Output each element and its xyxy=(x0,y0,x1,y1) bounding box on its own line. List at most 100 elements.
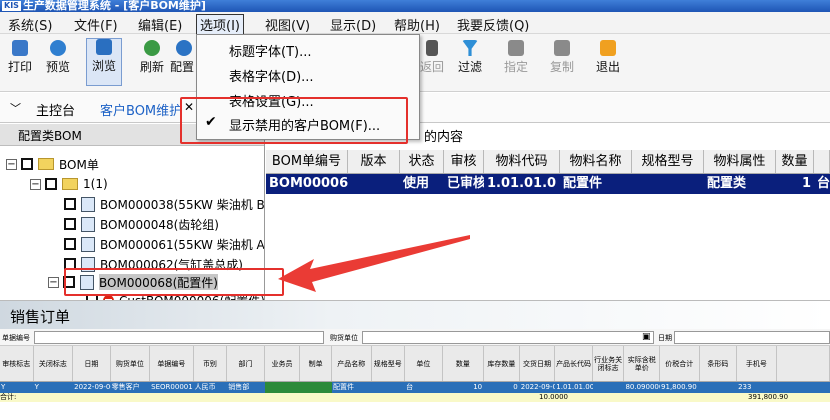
menu-title-font[interactable]: 标题字体(T)... xyxy=(229,41,311,60)
info-suffix: 的内容 xyxy=(424,130,464,145)
menu-feedback[interactable]: 我要反馈(Q) xyxy=(457,15,529,34)
checkbox[interactable] xyxy=(64,258,76,270)
collapse-icon[interactable]: − xyxy=(48,276,59,288)
print-button[interactable]: 打印 xyxy=(2,40,38,75)
col-header[interactable]: 单位 xyxy=(405,346,443,381)
app-window: KIS 生产数据管理系统 - [客户BOM维护] 系统(S) 文件(F) 编辑(E… xyxy=(0,0,830,420)
col-header[interactable]: 审核 xyxy=(444,150,484,173)
menu-grid-settings[interactable]: 表格设置(G)... xyxy=(229,91,314,110)
cell: 0 xyxy=(513,383,518,391)
menu-display[interactable]: 显示(D) xyxy=(330,15,376,34)
chevron-down-icon[interactable]: ﹀ xyxy=(10,100,21,116)
copy-button[interactable]: 复制 xyxy=(544,40,580,75)
collapse-icon[interactable]: − xyxy=(30,178,41,190)
col-header[interactable]: 物料代码 xyxy=(484,150,560,173)
col-header[interactable]: 购货单位 xyxy=(111,346,151,381)
cell xyxy=(700,382,738,393)
checkbox[interactable] xyxy=(64,238,76,250)
menu-system[interactable]: 系统(S) xyxy=(8,15,52,34)
col-header[interactable]: 交货日期 xyxy=(520,346,556,381)
col-header[interactable]: 产品长代码 xyxy=(555,346,593,381)
col-header[interactable]: 条形码 xyxy=(700,346,738,381)
col-header[interactable]: 手机号 xyxy=(737,346,777,381)
col-header[interactable]: 产品名称 xyxy=(332,346,372,381)
options-dropdown-menu: 标题字体(T)... 表格字体(D)... 表格设置(G)... ✔ 显示禁用的… xyxy=(196,34,420,140)
tree-node-root[interactable]: − BOM单 xyxy=(6,154,99,174)
assign-icon xyxy=(508,40,524,56)
checkbox[interactable] xyxy=(64,218,76,230)
col-header[interactable]: 关闭标志 xyxy=(34,346,74,381)
cell: 1 xyxy=(801,176,811,191)
window-title: 生产数据管理系统 - [客户BOM维护] xyxy=(22,0,206,12)
tree-item[interactable]: BOM000061(55KW 柴油机 A) xyxy=(64,234,264,254)
tree-item[interactable]: BOM000062(气缸盖总成) xyxy=(64,254,243,274)
sales-grid-header: 审核标志 关闭标志 日期 购货单位 单据编号 币别 部门 业务员 制单 产品名称… xyxy=(0,346,830,382)
bom-grid-row-selected[interactable]: BOM000068 使用 已审核 1.01.01.0 配置件 配置类 1 台 xyxy=(266,174,830,194)
filter-button[interactable]: 过滤 xyxy=(452,40,488,75)
sales-grid-row[interactable]: Y Y 2022-09-06 零售客户 SEOR00001 人民币 销售部 配置… xyxy=(0,382,830,393)
cell: 零售客户 xyxy=(111,383,140,391)
tree-item[interactable]: BOM000048(齿轮组) xyxy=(64,214,219,234)
menu-view[interactable]: 视图(V) xyxy=(265,15,310,34)
cell xyxy=(593,382,625,393)
tree-node-group-1[interactable]: −1(1) xyxy=(30,174,108,194)
checkbox[interactable] xyxy=(63,276,75,288)
col-header[interactable]: 行业务关闭标志 xyxy=(593,346,625,381)
col-header[interactable]: 部门 xyxy=(227,346,265,381)
browse-button[interactable]: 浏览 xyxy=(86,38,122,86)
col-header[interactable]: 状态 xyxy=(400,150,444,173)
col-header[interactable]: 日期 xyxy=(73,346,111,381)
col-header[interactable]: 数量 xyxy=(776,150,814,173)
col-header[interactable]: 实际含税单价 xyxy=(624,346,661,381)
tree-item-selected[interactable]: − BOM000068(配置件) xyxy=(48,272,218,292)
col-header[interactable]: BOM单编号 xyxy=(266,150,348,173)
col-header[interactable] xyxy=(777,346,830,381)
cell: 配置件 xyxy=(563,176,603,191)
col-header[interactable] xyxy=(814,150,830,173)
cell: Y xyxy=(1,383,6,391)
col-header[interactable]: 价税合计 xyxy=(660,346,700,381)
col-header[interactable]: 规格型号 xyxy=(372,346,406,381)
menu-options[interactable]: 选项(I) xyxy=(196,14,244,35)
menu-edit[interactable]: 编辑(E) xyxy=(138,15,182,34)
col-header[interactable]: 物料属性 xyxy=(704,150,776,173)
col-header[interactable]: 审核标志 xyxy=(0,346,34,381)
collapse-icon[interactable]: − xyxy=(6,158,17,170)
col-header[interactable]: 物料名称 xyxy=(560,150,632,173)
date-input[interactable] xyxy=(674,331,830,344)
config-button[interactable]: 配置 xyxy=(170,40,198,75)
folder-icon xyxy=(62,178,78,190)
folder-icon xyxy=(38,158,54,170)
tree-item-custbom[interactable]: CustBOM000006(配置件) xyxy=(86,290,264,300)
col-header[interactable]: 制单 xyxy=(300,346,332,381)
copy-icon xyxy=(554,40,570,56)
menu-help[interactable]: 帮助(H) xyxy=(394,15,440,34)
menu-file[interactable]: 文件(F) xyxy=(74,15,118,34)
checkbox[interactable] xyxy=(21,158,33,170)
preview-button[interactable]: 预览 xyxy=(40,40,76,75)
customer-input[interactable] xyxy=(362,331,654,344)
menu-show-disabled-bom[interactable]: 显示禁用的客户BOM(F)... xyxy=(229,115,380,134)
col-header[interactable]: 数量 xyxy=(443,346,485,381)
checkbox[interactable] xyxy=(45,178,57,190)
order-no-input[interactable] xyxy=(34,331,324,344)
exit-button[interactable]: 退出 xyxy=(590,40,626,75)
col-header[interactable]: 业务员 xyxy=(265,346,301,381)
tree-item[interactable]: BOM000038(55KW 柴油机 B) xyxy=(64,194,264,214)
col-header[interactable]: 规格型号 xyxy=(632,150,704,173)
col-header[interactable]: 单据编号 xyxy=(150,346,194,381)
assign-button[interactable]: 指定 xyxy=(498,40,534,75)
col-header[interactable]: 币别 xyxy=(194,346,228,381)
cell: 配置件 xyxy=(332,383,354,391)
menu-grid-font[interactable]: 表格字体(D)... xyxy=(229,66,314,85)
close-icon[interactable]: ✕ xyxy=(184,100,194,114)
col-header[interactable]: 版本 xyxy=(348,150,400,173)
cell: 2022-09-06 xyxy=(520,383,556,391)
cell-redacted xyxy=(300,382,332,393)
lookup-icon[interactable]: ▣ xyxy=(642,332,651,342)
checkbox[interactable] xyxy=(64,198,76,210)
col-header[interactable]: 库存数量 xyxy=(484,346,520,381)
tab-customer-bom[interactable]: 客户BOM维护 xyxy=(100,100,182,119)
tab-home[interactable]: 主控台 xyxy=(36,100,75,119)
refresh-button[interactable]: 刷新 xyxy=(134,40,170,75)
